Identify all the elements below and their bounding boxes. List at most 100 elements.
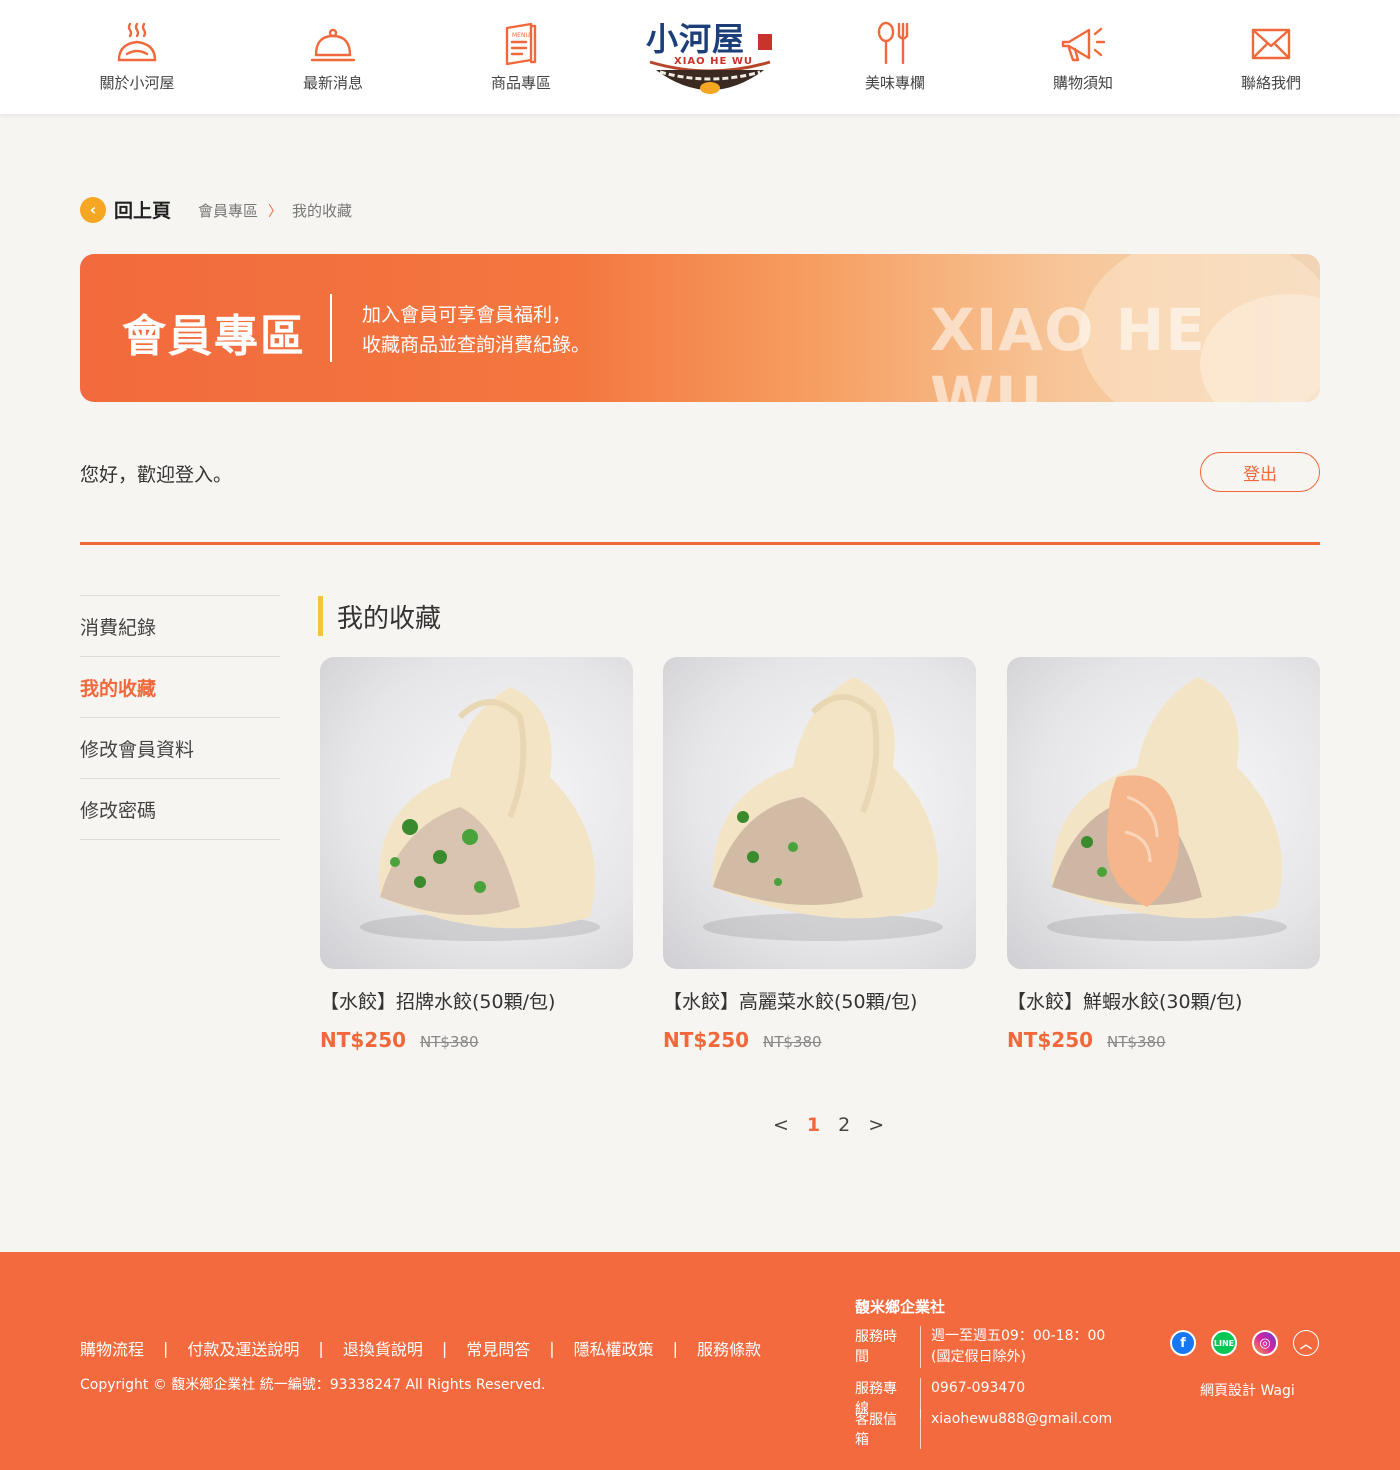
banner-desc-line1: 加入會員可享會員福利，: [362, 304, 572, 326]
dumpling-image: [1047, 677, 1287, 941]
footer-separator: |: [163, 1338, 169, 1358]
nav-products-label: 商品專區: [490, 74, 551, 92]
price-row: NT$250 NT$380: [663, 1028, 976, 1052]
info-email-value[interactable]: xiaohewu888@gmail.com: [921, 1409, 1112, 1449]
member-side-menu: 消費紀錄 我的收藏 修改會員資料 修改密碼: [80, 595, 280, 840]
nav-shopping-info[interactable]: 購物須知: [1013, 20, 1153, 93]
back-label: 回上頁: [114, 200, 172, 222]
product-image[interactable]: [1007, 657, 1320, 969]
breadcrumb-current: 我的收藏: [292, 202, 353, 220]
dumpling-image: [360, 687, 600, 941]
chevron-left-icon: ‹: [80, 196, 106, 223]
welcome-message: 您好，歡迎登入。: [80, 464, 233, 486]
hours-line2: (國定假日除外): [931, 1349, 1026, 1365]
product-original-price: NT$380: [763, 1033, 822, 1051]
banner-title: 會員專區: [122, 311, 306, 362]
site-footer: 購物流程 | 付款及運送說明 | 退換貨說明 | 常見問答 | 隱私權政策 | …: [0, 1252, 1400, 1470]
price-row: NT$250 NT$380: [320, 1028, 633, 1052]
social-links: f LINE ◎ ︿: [1170, 1330, 1334, 1356]
footer-separator: |: [318, 1338, 324, 1358]
footer-separator: |: [672, 1338, 679, 1358]
pagination-page-1[interactable]: 1: [807, 1114, 820, 1136]
chevron-right-icon: 〉: [268, 203, 283, 220]
side-item-change-password[interactable]: 修改密碼: [80, 779, 280, 840]
footer-separator: |: [441, 1338, 448, 1358]
company-name: 馥米鄉企業社: [855, 1298, 946, 1316]
nav-shopping-info-label: 購物須知: [1052, 74, 1113, 92]
info-hours-label: 服務時間: [855, 1326, 921, 1368]
product-original-price: NT$380: [420, 1033, 479, 1051]
side-item-favorites[interactable]: 我的收藏: [80, 657, 280, 718]
product-image[interactable]: [320, 657, 633, 969]
copyright: Copyright © 馥米鄉企業社 統一編號：93338247 All Rig…: [80, 1377, 546, 1393]
pagination-next[interactable]: >: [868, 1114, 884, 1136]
price-row: NT$250 NT$380: [1007, 1028, 1320, 1052]
fork-spoon-icon: [877, 21, 909, 65]
mail-icon: [1251, 28, 1291, 60]
footer-links: 購物流程 | 付款及運送說明 | 退換貨說明 | 常見問答 | 隱私權政策 | …: [80, 1336, 761, 1360]
product-price: NT$250: [1007, 1028, 1094, 1052]
logo-bowl-icon: [649, 60, 771, 94]
footer-separator: |: [549, 1338, 555, 1358]
svg-text:MENU: MENU: [512, 32, 530, 39]
info-email-label: 客服信箱: [855, 1409, 921, 1449]
section-divider: [80, 542, 1320, 545]
member-banner: 會員專區 加入會員可享會員福利， 收藏商品並查詢消費紀錄。 XIAO HE WU: [80, 254, 1320, 402]
product-original-price: NT$380: [1107, 1033, 1166, 1051]
footer-link-faq[interactable]: 常見問答: [466, 1336, 530, 1360]
product-card[interactable]: 【水餃】招牌水餃(50顆/包) NT$250 NT$380: [320, 657, 633, 1052]
info-email: 客服信箱 xiaohewu888@gmail.com: [855, 1409, 1112, 1449]
nav-products[interactable]: MENU 商品專區: [451, 20, 591, 93]
side-item-edit-profile[interactable]: 修改會員資料: [80, 718, 280, 779]
footer-link-shopping-flow[interactable]: 購物流程: [80, 1336, 144, 1360]
nav-news[interactable]: 最新消息: [263, 20, 403, 93]
logout-button[interactable]: 登出: [1200, 452, 1320, 492]
banner-desc-line2: 收藏商品並查詢消費紀錄。: [362, 334, 591, 356]
product-card[interactable]: 【水餃】鮮蝦水餃(30顆/包) NT$250 NT$380: [1007, 657, 1320, 1052]
back-to-top-icon[interactable]: ︿: [1293, 1330, 1319, 1356]
dumpling-image: [703, 677, 943, 941]
megaphone-icon: [1061, 27, 1106, 62]
nav-contact[interactable]: 聯絡我們: [1201, 20, 1341, 93]
designer-credit[interactable]: 網頁設計 Wagi: [1200, 1380, 1295, 1400]
instagram-icon[interactable]: ◎: [1252, 1330, 1278, 1356]
breadcrumb-member[interactable]: 會員專區: [198, 200, 258, 221]
product-image[interactable]: [663, 657, 976, 969]
product-name[interactable]: 【水餃】招牌水餃(50顆/包): [320, 987, 633, 1014]
facebook-icon[interactable]: f: [1170, 1330, 1196, 1356]
nav-news-label: 最新消息: [302, 74, 363, 92]
nav-about[interactable]: 關於小河屋: [67, 20, 207, 93]
line-icon[interactable]: LINE: [1211, 1330, 1237, 1356]
info-hours-value: 週一至週五09：00-18：00 (國定假日除外): [921, 1326, 1105, 1368]
info-hours: 服務時間 週一至週五09：00-18：00 (國定假日除外): [855, 1326, 1105, 1368]
footer-link-payment[interactable]: 付款及運送說明: [187, 1336, 299, 1360]
site-logo[interactable]: 小河屋 XIAO HE WU: [640, 10, 780, 106]
pagination-page-2[interactable]: 2: [838, 1114, 850, 1136]
section-title: 我的收藏: [318, 596, 441, 636]
nav-about-label: 關於小河屋: [99, 74, 175, 92]
side-item-orders[interactable]: 消費紀錄: [80, 596, 280, 657]
product-price: NT$250: [320, 1028, 407, 1052]
hours-line1: 週一至週五09：00-18：00: [931, 1328, 1106, 1344]
nav-column[interactable]: 美味專欄: [825, 20, 965, 93]
nav-column-label: 美味專欄: [864, 74, 925, 92]
footer-link-terms[interactable]: 服務條款: [697, 1336, 761, 1360]
nav-contact-label: 聯絡我們: [1240, 74, 1301, 92]
pagination-prev[interactable]: <: [773, 1114, 789, 1136]
menu-book-icon: MENU: [505, 22, 537, 66]
back-button[interactable]: ‹ 回上頁: [80, 196, 171, 223]
banner-watermark: XIAO HE WU: [930, 296, 1206, 402]
banner-description: 加入會員可享會員福利， 收藏商品並查詢消費紀錄。: [362, 300, 590, 360]
breadcrumb: 會員專區 〉 我的收藏: [198, 200, 352, 221]
product-name[interactable]: 【水餃】鮮蝦水餃(30顆/包): [1007, 987, 1320, 1014]
footer-link-privacy[interactable]: 隱私權政策: [574, 1336, 654, 1360]
pagination: < 1 2 >: [764, 1114, 893, 1136]
product-card[interactable]: 【水餃】高麗菜水餃(50顆/包) NT$250 NT$380: [663, 657, 976, 1052]
dumpling-steam-icon: [117, 22, 157, 62]
product-name[interactable]: 【水餃】高麗菜水餃(50顆/包): [663, 987, 976, 1014]
site-header: 關於小河屋 最新消息 MENU 商品專區 小河屋 XIAO HE WU 美味專欄…: [0, 0, 1400, 114]
cloche-icon: [310, 28, 356, 62]
banner-divider: [330, 294, 332, 362]
product-price: NT$250: [663, 1028, 750, 1052]
footer-link-returns[interactable]: 退換貨說明: [343, 1336, 423, 1360]
